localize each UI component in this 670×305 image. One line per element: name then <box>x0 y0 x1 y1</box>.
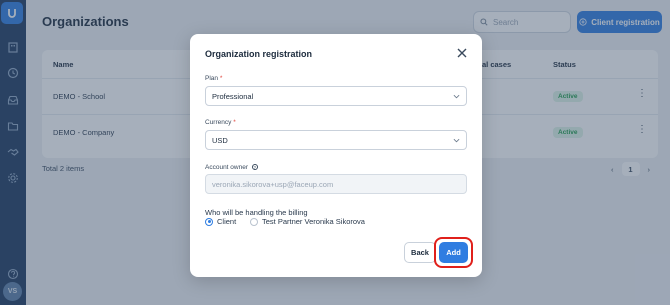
plan-select[interactable]: Professional <box>205 86 467 106</box>
billing-option-label: Test Partner Veronika Sikorova <box>262 217 365 226</box>
radio-selected[interactable] <box>205 217 213 226</box>
billing-option-label: Client <box>217 217 237 226</box>
dialog-title: Organization registration <box>205 49 313 59</box>
chevron-down-icon <box>453 138 460 143</box>
back-button[interactable]: Back <box>404 242 436 263</box>
currency-value: USD <box>212 135 228 145</box>
chevron-down-icon <box>453 94 460 99</box>
close-icon[interactable] <box>456 47 468 59</box>
currency-select[interactable]: USD <box>205 130 467 150</box>
organization-registration-dialog: Organization registration Plan * Profess… <box>190 34 482 277</box>
billing-option-client[interactable]: Client <box>205 217 236 226</box>
account-owner-label: Account owner ? <box>205 164 258 171</box>
add-button[interactable]: Add <box>439 242 468 263</box>
account-owner-field: veronika.sikorova+usp@faceup.com <box>205 174 467 194</box>
currency-label: Currency * <box>205 119 236 126</box>
radio-unselected[interactable] <box>250 217 258 226</box>
plan-value: Professional <box>212 91 254 101</box>
billing-option-partner[interactable]: Test Partner Veronika Sikorova <box>250 217 365 226</box>
billing-question: Who will be handling the billing <box>205 208 308 217</box>
plan-label: Plan * <box>205 75 223 82</box>
info-icon[interactable]: ? <box>251 164 258 171</box>
account-owner-value: veronika.sikorova+usp@faceup.com <box>212 179 334 189</box>
